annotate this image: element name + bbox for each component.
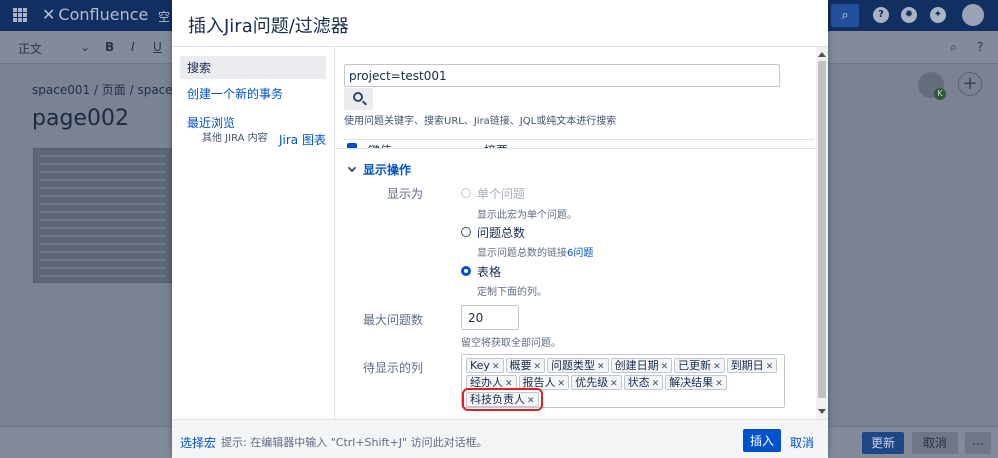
help-button[interactable]: ?	[977, 40, 983, 54]
column-tag[interactable]: 优先级 ✕	[571, 375, 622, 390]
remove-column-icon[interactable]: ✕	[610, 379, 618, 389]
remove-column-icon[interactable]: ✕	[505, 379, 513, 389]
dialog-title: 插入Jira问题/过滤器	[188, 16, 349, 37]
paragraph-style-select[interactable]: 正文	[18, 40, 42, 57]
column-tag[interactable]: 概要 ✕	[505, 358, 546, 373]
cancel-button[interactable]: 取消	[912, 432, 958, 454]
remove-column-icon[interactable]: ✕	[492, 362, 500, 372]
remove-column-icon[interactable]: ✕	[766, 362, 774, 372]
search-hint: 使用问题关键字、搜索URL、Jira链接、JQL或纯文本进行搜索	[344, 116, 617, 127]
dialog-footer: 选择宏 提示: 在编辑器中输入 "Ctrl+Shift+J" 访问此对话框。 插…	[172, 419, 828, 458]
column-tag[interactable]: 到期日 ✕	[726, 358, 778, 373]
insert-jira-dialog: 插入Jira问题/过滤器 搜索 创建一个新的事务 最近浏览 其他 JIRA 内容…	[172, 0, 828, 458]
dialog-body: 使用问题关键字、搜索URL、Jira链接、JQL或纯文本进行搜索 键值 摘要 显…	[336, 47, 816, 419]
column-tag-label: 解决结果	[669, 376, 714, 389]
column-tag[interactable]: 报告人 ✕	[518, 375, 570, 390]
remove-column-icon[interactable]: ✕	[534, 362, 542, 372]
nav-item-jira-chart[interactable]: Jira 图表	[279, 131, 326, 148]
column-tag-label: 问题类型	[551, 359, 596, 372]
scroll-down-icon[interactable]	[818, 409, 826, 414]
display-options-toggle[interactable]: 显示操作	[347, 161, 411, 178]
jira-macro-placeholder	[33, 148, 173, 283]
notification-icon[interactable]: ✦	[930, 7, 946, 23]
help-icon[interactable]: ?	[873, 7, 889, 23]
nav-item-search[interactable]: 搜索	[180, 56, 326, 79]
radio-issue-count[interactable]	[461, 227, 471, 237]
insert-button[interactable]: 插入	[743, 429, 781, 452]
scrollbar-thumb[interactable]	[818, 61, 826, 398]
search-icon[interactable]: ⌕	[831, 4, 859, 27]
nav-cut-text: 空	[158, 10, 171, 24]
column-tag-label: Key	[470, 359, 490, 372]
option-single-issue-label: 单个问题	[477, 187, 526, 201]
column-tag-label: 已更新	[678, 359, 712, 372]
column-tag-label: 经办人	[470, 376, 503, 389]
remove-column-icon[interactable]: ✕	[661, 362, 669, 372]
italic-button[interactable]: I	[131, 40, 135, 54]
nav-item-other-jira[interactable]: 其他 JIRA 内容	[202, 129, 268, 144]
remove-column-icon[interactable]: ✕	[715, 379, 723, 389]
columns-picker[interactable]: Key ✕ 概要 ✕ 问题类型 ✕ 创建日期 ✕ 已更新 ✕ 到期日 ✕经办人 ✕ 报告人 ✕ 优先级 ✕ 状态 ✕…	[461, 354, 785, 411]
column-tag[interactable]: 解决结果 ✕	[665, 375, 727, 390]
remove-column-icon[interactable]: ✕	[713, 362, 721, 372]
search-icon	[353, 92, 363, 102]
remove-column-icon[interactable]: ✕	[558, 379, 566, 389]
radio-table[interactable]	[461, 266, 471, 276]
column-tag-label: 报告人	[522, 376, 556, 389]
app-switcher-icon[interactable]	[13, 8, 27, 22]
option-issue-count-desc: 显示问题总数的链接6问题	[477, 248, 594, 259]
column-tag[interactable]: 状态 ✕	[623, 375, 664, 390]
option-single-issue-desc: 显示此宏为单个问题。	[477, 210, 577, 221]
column-tag[interactable]: 问题类型 ✕	[547, 358, 609, 373]
remove-column-icon[interactable]: ✕	[597, 362, 605, 372]
select-macro-link[interactable]: 选择宏	[180, 434, 216, 451]
column-tag[interactable]: 创建日期 ✕	[610, 358, 673, 373]
user-badge: K	[934, 88, 946, 100]
column-tag-label: 状态	[627, 376, 650, 389]
underline-button[interactable]: U	[153, 40, 162, 54]
nav-item-create[interactable]: 创建一个新的事务	[180, 82, 326, 105]
scroll-up-icon[interactable]	[818, 52, 826, 57]
bold-button[interactable]: B	[105, 40, 114, 54]
update-button[interactable]: 更新	[862, 432, 904, 454]
remove-column-icon[interactable]: ✕	[652, 379, 660, 389]
column-tag[interactable]: 科技负责人 ✕	[462, 388, 543, 411]
jql-search-input[interactable]	[344, 64, 780, 87]
display-options-panel: 显示操作 显示为 单个问题 显示此宏为单个问题。 问题总数 显示问题总数的链接6…	[336, 148, 816, 419]
columns-label: 待显示的列	[362, 361, 423, 375]
display-as-label: 显示为	[386, 187, 423, 201]
option-issue-count-label: 问题总数	[477, 226, 526, 240]
add-icon[interactable]: +	[958, 72, 982, 96]
max-issues-input[interactable]	[461, 305, 519, 330]
cancel-link[interactable]: 取消	[790, 434, 814, 451]
search-icon[interactable]: ⌕	[950, 40, 957, 55]
gear-icon[interactable]: ✹	[901, 7, 917, 23]
column-tag-label: 创建日期	[614, 359, 659, 372]
search-button[interactable]	[344, 88, 373, 110]
column-tag[interactable]: 已更新 ✕	[674, 358, 725, 373]
column-tag-label: 概要	[509, 359, 532, 372]
dialog-nav: 搜索 创建一个新的事务 最近浏览 其他 JIRA 内容 Jira 图表	[172, 47, 335, 419]
column-tag[interactable]: 经办人 ✕	[466, 375, 517, 390]
page-title[interactable]: page002	[32, 106, 129, 131]
column-tag-label: 优先级	[575, 376, 609, 389]
avatar[interactable]	[962, 4, 984, 26]
max-issues-hint: 留空将获取全部问题。	[461, 338, 561, 349]
chevron-down-icon[interactable]: ⌄	[80, 40, 90, 54]
radio-single-issue[interactable]	[461, 188, 471, 198]
max-issues-label: 最大问题数	[362, 313, 423, 327]
option-table-label: 表格	[477, 265, 502, 279]
option-table-desc: 定制下面的列。	[477, 287, 547, 298]
chevron-down-icon	[347, 163, 357, 173]
column-tag-label: 到期日	[730, 359, 764, 372]
column-tag-label: 科技负责人	[470, 393, 525, 406]
issue-count-link[interactable]: 6问题	[567, 248, 593, 259]
dialog-header: 插入Jira问题/过滤器	[172, 0, 828, 47]
dialog-scrollbar[interactable]	[816, 47, 828, 419]
more-button[interactable]: ...	[965, 432, 991, 454]
column-tag[interactable]: Key ✕	[466, 358, 504, 373]
keyboard-shortcut-hint: 提示: 在编辑器中输入 "Ctrl+Shift+J" 访问此对话框。	[221, 436, 488, 449]
remove-column-icon[interactable]: ✕	[527, 396, 535, 406]
confluence-logo[interactable]: ✕ Confluence	[42, 5, 148, 24]
